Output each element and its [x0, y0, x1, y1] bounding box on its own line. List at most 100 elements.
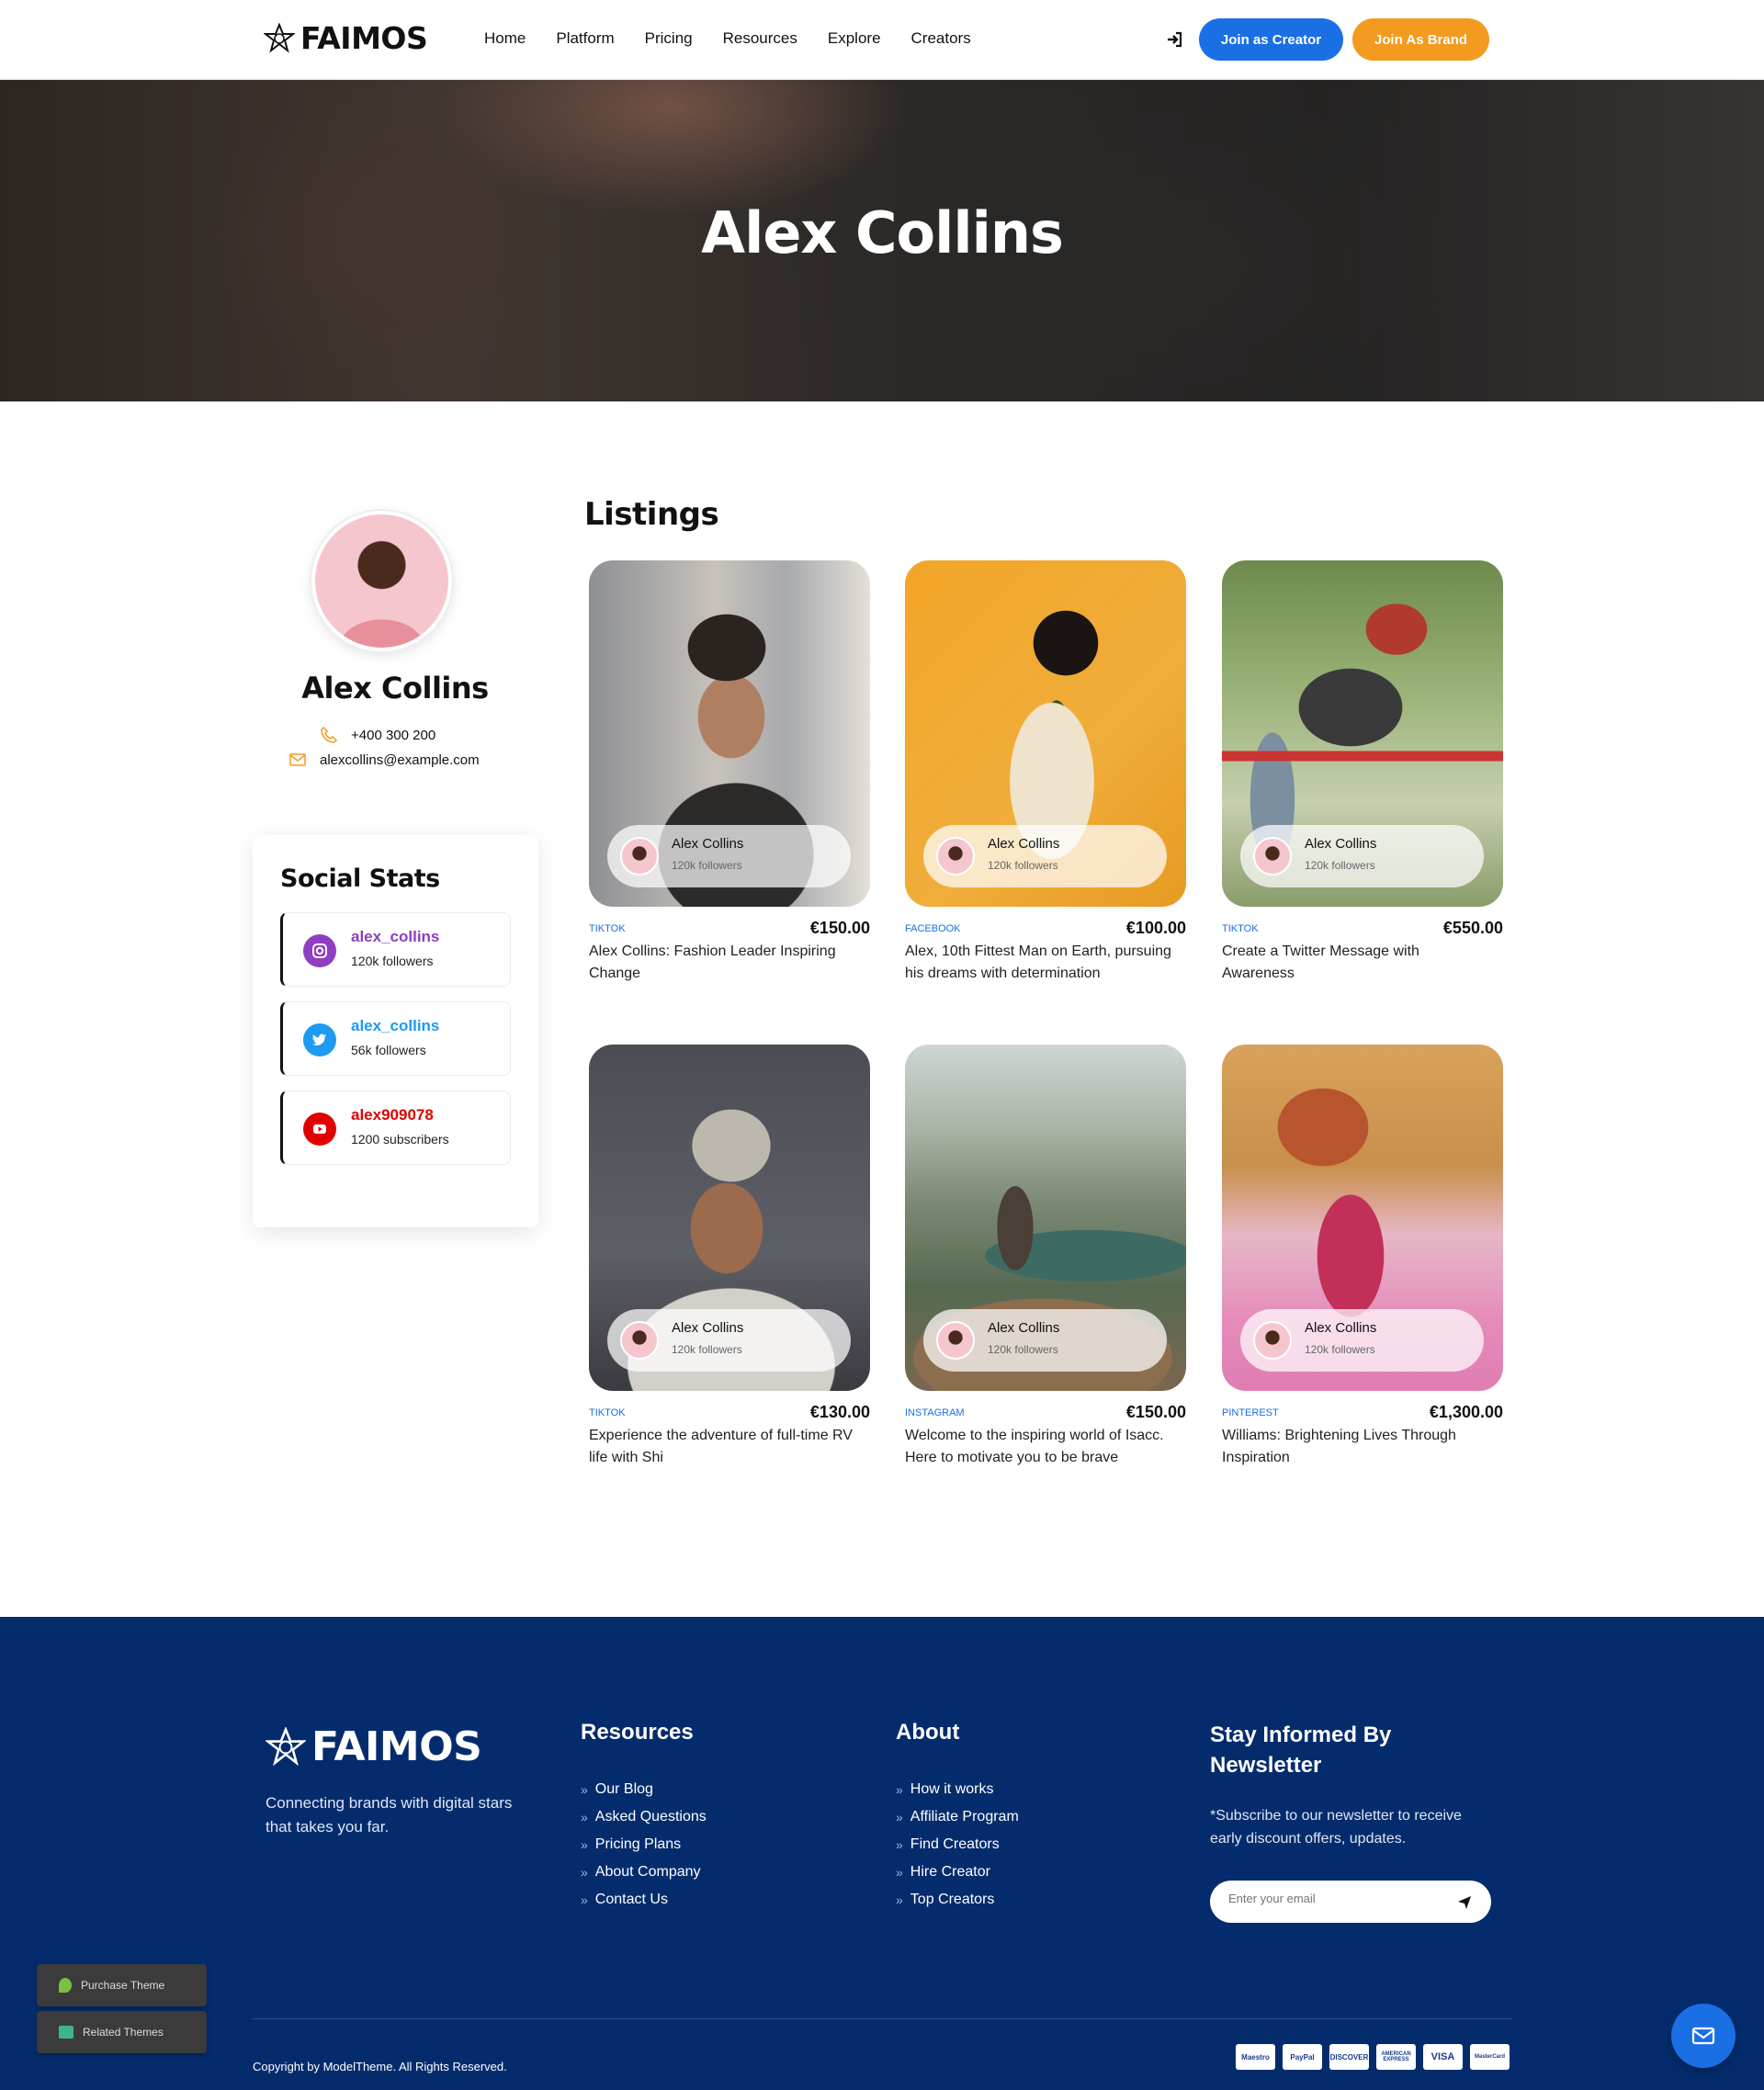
footer-divider	[253, 2018, 1511, 2019]
contact-mail-button[interactable]	[1671, 2004, 1736, 2068]
mastercard-icon: MasterCard	[1470, 2044, 1510, 2070]
footer-resources-title: Resources	[581, 1720, 694, 1745]
main-nav: Home Platform Pricing Resources Explore …	[484, 29, 1001, 48]
creator-pill: Alex Collins 120k followers	[607, 1309, 851, 1372]
creator-name: Alex Collins	[988, 836, 1060, 852]
footer-tagline: Connecting brands with digital stars tha…	[266, 1794, 513, 1836]
footer-link[interactable]: » Contact Us	[581, 1886, 707, 1914]
newsletter-text: *Subscribe to our newsletter to receive …	[1210, 1808, 1462, 1847]
creator-pill: Alex Collins 120k followers	[923, 825, 1167, 887]
contact-email[interactable]: alexcollins@example.com	[288, 751, 480, 769]
listing-image[interactable]: Alex Collins 120k followers	[1222, 1045, 1503, 1391]
stat-twitter[interactable]: alex_collins 56k followers	[280, 1001, 511, 1076]
newsletter-form	[1210, 1881, 1491, 1923]
twitter-icon	[303, 1023, 336, 1056]
footer-link-label: Asked Questions	[594, 1809, 707, 1825]
nav-creators[interactable]: Creators	[911, 29, 971, 48]
phone-icon	[321, 726, 338, 743]
creator-name: Alex Collins	[1305, 836, 1377, 852]
footer-link-label: Top Creators	[910, 1892, 995, 1907]
footer-link[interactable]: » Our Blog	[581, 1776, 707, 1803]
nav-home[interactable]: Home	[484, 29, 526, 48]
footer-link-label: Hire Creator	[910, 1864, 990, 1880]
logo-text: FAIMOS	[300, 20, 428, 56]
chevron-right-icon: »	[896, 1865, 903, 1880]
creator-avatar	[620, 1321, 659, 1360]
chevron-right-icon: »	[896, 1810, 903, 1825]
creator-name: Alex Collins	[672, 836, 744, 852]
purchase-theme-button[interactable]: Purchase Theme	[37, 1964, 207, 2006]
contact-phone[interactable]: +400 300 200	[320, 726, 435, 744]
creator-followers: 120k followers	[1305, 859, 1375, 872]
listings-title: Listings	[584, 496, 719, 533]
creator-pill: Alex Collins 120k followers	[1240, 1309, 1484, 1372]
footer-link-label: Our Blog	[594, 1781, 653, 1797]
chevron-right-icon: »	[581, 1892, 588, 1907]
footer-about-list: » How it works » Affiliate Program » Find C…	[896, 1776, 1019, 1914]
creator-name: Alex Collins	[1305, 1320, 1377, 1336]
join-creator-button[interactable]: Join as Creator	[1199, 18, 1343, 61]
chevron-right-icon: »	[581, 1810, 588, 1825]
profile-name: Alex Collins	[301, 671, 489, 706]
sign-in-icon[interactable]	[1166, 30, 1184, 49]
footer-link[interactable]: » Hire Creator	[896, 1858, 1019, 1886]
payment-icons: Maestro PayPal DISCOVER AMERICAN EXPRESS…	[1236, 2044, 1510, 2070]
listing-title[interactable]: Experience the adventure of full-time RV…	[589, 1425, 855, 1469]
listing-title[interactable]: Alex, 10th Fittest Man on Earth, pursuin…	[905, 941, 1171, 985]
listing-image[interactable]: Alex Collins 120k followers	[589, 560, 870, 907]
listing-image[interactable]: Alex Collins 120k followers	[589, 1045, 870, 1391]
creator-pill: Alex Collins 120k followers	[923, 1309, 1167, 1372]
nav-platform[interactable]: Platform	[556, 29, 614, 48]
leaf-icon	[59, 1978, 72, 1993]
listing-price: €150.00	[1125, 1403, 1186, 1421]
copyright-text: Copyright by ModelTheme. All Rights Rese…	[253, 2060, 507, 2073]
join-brand-button[interactable]: Join As Brand	[1352, 18, 1489, 61]
footer-logo[interactable]: FAIMOS	[266, 1723, 482, 1770]
listing-image[interactable]: Alex Collins 120k followers	[1222, 560, 1503, 907]
listing-platform: TIKTOK	[589, 923, 626, 934]
footer-link-label: How it works	[910, 1781, 994, 1797]
chevron-right-icon: »	[581, 1837, 588, 1852]
listing-image[interactable]: Alex Collins 120k followers	[905, 1045, 1186, 1391]
hero-title: Alex Collins	[701, 199, 1064, 266]
stat-handle: alex_collins	[351, 1017, 440, 1034]
footer-link[interactable]: » Pricing Plans	[581, 1831, 707, 1858]
nav-explore[interactable]: Explore	[828, 29, 881, 48]
footer-link[interactable]: » How it works	[896, 1776, 1019, 1803]
footer-resources-list: » Our Blog » Asked Questions » Pricing Plan…	[581, 1776, 707, 1914]
site-logo[interactable]: FAIMOS	[264, 20, 428, 56]
send-icon[interactable]	[1456, 1893, 1473, 1910]
footer-link[interactable]: » Find Creators	[896, 1831, 1019, 1858]
stat-instagram[interactable]: alex_collins 120k followers	[280, 912, 511, 987]
creator-followers: 120k followers	[672, 1343, 742, 1356]
social-stats-card: Social Stats alex_collins 120k followers…	[253, 835, 538, 1227]
listing-price: €1,300.00	[1429, 1403, 1503, 1421]
site-footer: FAIMOS Connecting brands with digital st…	[0, 1617, 1764, 2090]
creator-pill: Alex Collins 120k followers	[607, 825, 851, 887]
listing-platform: PINTEREST	[1222, 1407, 1279, 1418]
stat-handle: alex909078	[351, 1106, 434, 1124]
related-themes-button[interactable]: Related Themes	[37, 2011, 207, 2053]
nav-resources[interactable]: Resources	[723, 29, 797, 48]
profile-avatar	[311, 511, 452, 651]
listing-image[interactable]: Alex Collins 120k followers	[905, 560, 1186, 907]
hero-banner: Alex Collins	[0, 80, 1764, 401]
creator-name: Alex Collins	[988, 1320, 1060, 1336]
listing-title[interactable]: Create a Twitter Message with Awareness	[1222, 941, 1488, 985]
creator-followers: 120k followers	[672, 859, 742, 872]
footer-link[interactable]: » Asked Questions	[581, 1803, 707, 1831]
footer-link[interactable]: » Affiliate Program	[896, 1803, 1019, 1831]
listing-title[interactable]: Williams: Brightening Lives Through Insp…	[1222, 1425, 1488, 1469]
listing-title[interactable]: Alex Collins: Fashion Leader Inspiring C…	[589, 941, 855, 985]
footer-link-label: Affiliate Program	[910, 1809, 1019, 1825]
footer-link-label: Find Creators	[910, 1836, 1000, 1852]
stat-youtube[interactable]: alex909078 1200 subscribers	[280, 1090, 511, 1165]
email-text: alexcollins@example.com	[320, 751, 480, 768]
nav-pricing[interactable]: Pricing	[645, 29, 693, 48]
listing-title[interactable]: Welcome to the inspiring world of Isacc.…	[905, 1425, 1171, 1469]
footer-link[interactable]: » About Company	[581, 1858, 707, 1886]
footer-link[interactable]: » Top Creators	[896, 1886, 1019, 1914]
newsletter-email-input[interactable]	[1228, 1892, 1440, 1905]
chevron-right-icon: »	[896, 1837, 903, 1852]
visa-icon: VISA	[1423, 2044, 1463, 2070]
